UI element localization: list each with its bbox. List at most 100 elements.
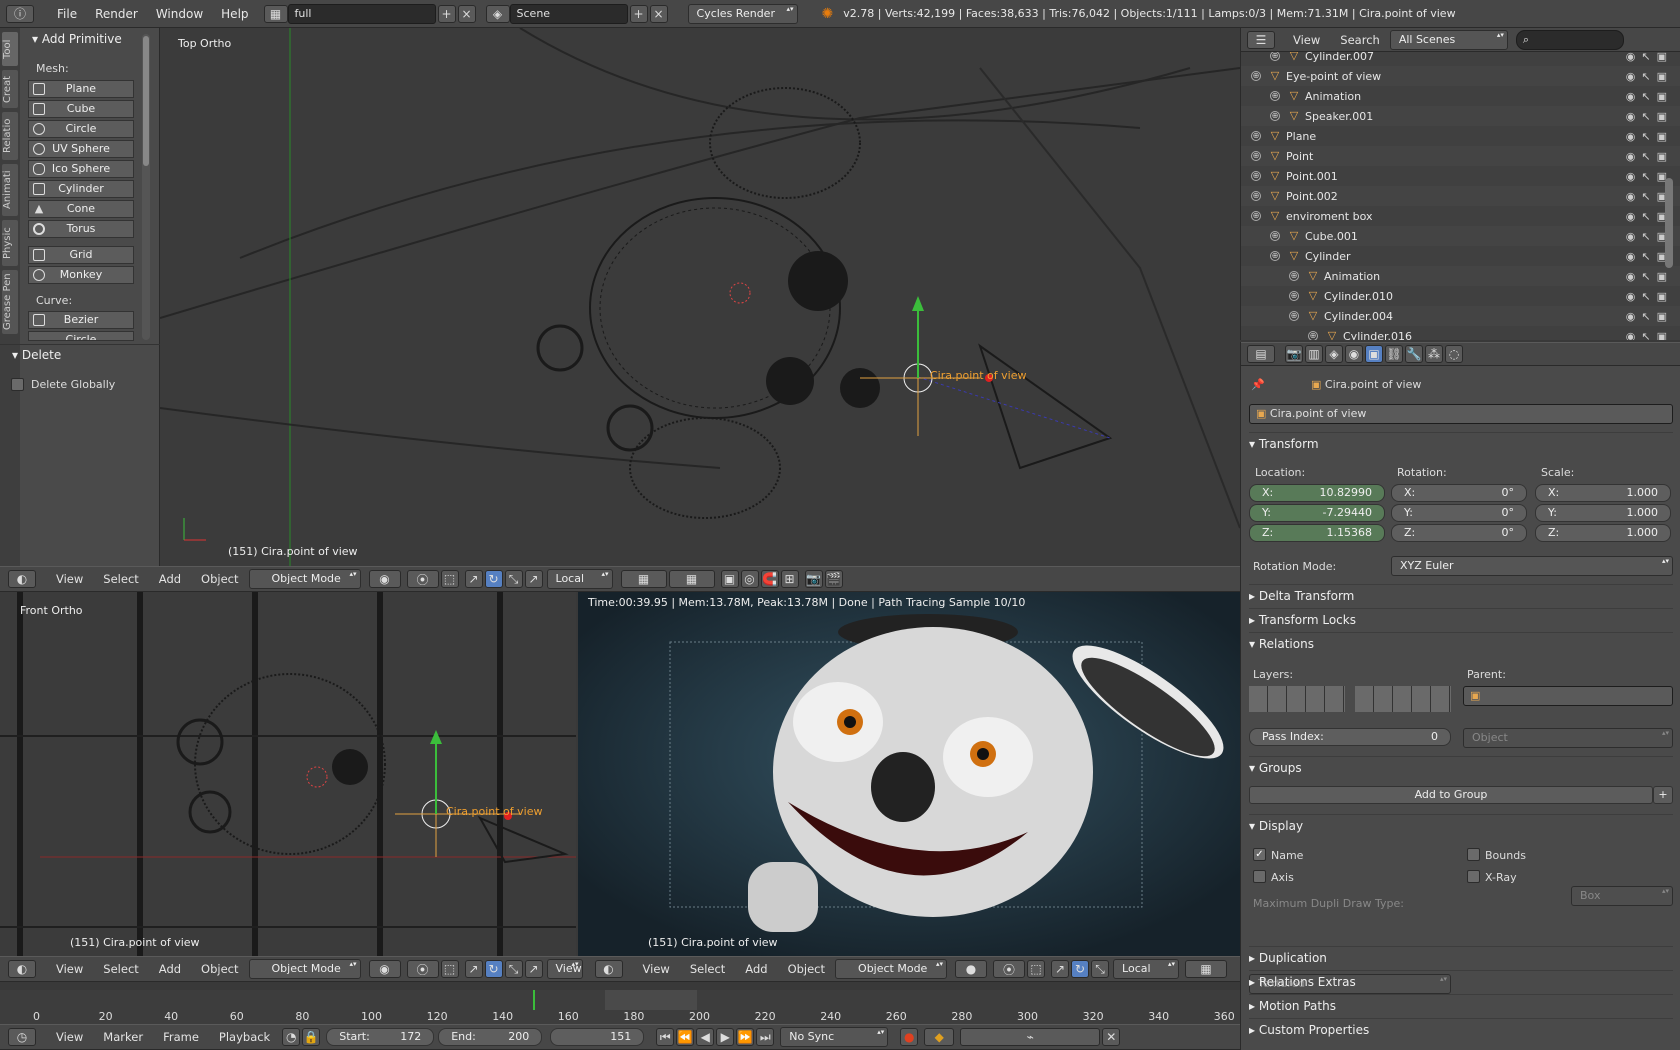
keyframe-insert-icon[interactable]: ⌁ xyxy=(960,1028,1101,1046)
camera-icon[interactable]: ▣ xyxy=(1657,330,1667,341)
render-tab-icon[interactable]: 📷 xyxy=(1285,345,1303,363)
expand-icon[interactable]: ⊕ xyxy=(1270,52,1280,61)
shading-icon-2[interactable]: ◉ xyxy=(368,960,401,978)
menu-file[interactable]: File xyxy=(48,0,86,28)
eye-icon[interactable]: ◉ xyxy=(1626,230,1636,243)
prev-key-icon[interactable]: ⏪ xyxy=(676,1028,695,1046)
rendered-viewport[interactable]: Time:00:39.95 | Mem:13.78M, Peak:13.78M … xyxy=(578,592,1240,956)
eye-icon[interactable]: ◉ xyxy=(1626,70,1636,83)
expand-icon[interactable]: ⊕ xyxy=(1270,111,1280,121)
scale2-icon-2[interactable]: ↗ xyxy=(524,960,543,978)
shading-icon[interactable]: ◉ xyxy=(368,570,401,588)
timeline[interactable]: 0 20 40 60 80 100 120 140 160 180 200 220 240 260 280 3… xyxy=(0,990,1240,1024)
menu-window[interactable]: Window xyxy=(147,0,212,28)
cursor-icon[interactable]: ↖ xyxy=(1641,130,1650,143)
camera-icon[interactable]: ▣ xyxy=(1657,310,1667,323)
expand-icon[interactable]: ⊕ xyxy=(1251,131,1261,141)
cursor-icon[interactable]: ↖ xyxy=(1641,110,1650,123)
transform-locks-header[interactable]: ▸ Transform Locks xyxy=(1249,608,1673,630)
camera-icon[interactable]: ▣ xyxy=(1657,290,1667,303)
outliner-row[interactable]: ⊕ ▽ Cylinder.004 ◉ ↖ ▣ xyxy=(1241,306,1680,326)
outliner-row[interactable]: ⊕ ▽ Speaker.001 ◉ ↖ ▣ xyxy=(1241,106,1680,126)
jump-start-icon[interactable]: ⏮ xyxy=(656,1028,675,1046)
layout-icon[interactable]: ▦ xyxy=(263,4,288,23)
expand-icon[interactable]: ⊕ xyxy=(1270,251,1280,261)
close-scene-icon[interactable]: × xyxy=(649,4,668,23)
rotate-icon-3[interactable]: ↻ xyxy=(1071,960,1090,978)
translate-icon-2[interactable]: ↗ xyxy=(464,960,483,978)
editor-type-icon-3[interactable]: ◐ xyxy=(594,960,623,978)
add-menu[interactable]: Add xyxy=(149,572,191,586)
select-menu[interactable]: Select xyxy=(93,572,148,586)
object-tab-icon[interactable]: ▣ xyxy=(1365,345,1383,363)
render-engine-select[interactable]: Cycles Render xyxy=(687,3,798,24)
constraints-tab-icon[interactable]: ⛓ xyxy=(1385,345,1403,363)
eye-icon[interactable]: ◉ xyxy=(1626,330,1636,341)
camera-icon[interactable]: ▣ xyxy=(1657,90,1667,103)
manipulator-icon-2[interactable]: ⬚ xyxy=(440,960,459,978)
snap-element-icon[interactable]: ⊞ xyxy=(780,570,799,588)
outliner-filter-select[interactable]: All Scenes xyxy=(1389,29,1508,50)
duplication-header[interactable]: ▸ Duplication xyxy=(1249,946,1673,968)
expand-icon[interactable]: ⊕ xyxy=(1308,331,1318,340)
expand-icon[interactable]: ⊕ xyxy=(1270,231,1280,241)
rotation-mode-select[interactable]: XYZ Euler xyxy=(1391,556,1673,576)
close-layout-icon[interactable]: × xyxy=(457,4,476,23)
record-icon[interactable]: ● xyxy=(900,1028,919,1046)
outliner-row[interactable]: ⊕ ▽ Plane ◉ ↖ ▣ xyxy=(1241,126,1680,146)
outliner-scrollbar[interactable] xyxy=(1665,178,1673,268)
outliner-row[interactable]: ⊕ ▽ Eye-point of view ◉ ↖ ▣ xyxy=(1241,66,1680,86)
orientation-select-2[interactable]: View xyxy=(546,959,583,979)
custom-properties-header[interactable]: ▸ Custom Properties xyxy=(1249,1018,1673,1040)
grid-button[interactable]: Grid xyxy=(28,246,134,264)
torus-button[interactable]: Torus xyxy=(28,220,134,238)
cursor-icon[interactable]: ↖ xyxy=(1641,52,1650,63)
camera-icon[interactable]: ▣ xyxy=(1657,270,1667,283)
rotate-icon-2[interactable]: ↻ xyxy=(484,960,503,978)
translate-icon-3[interactable]: ↗ xyxy=(1051,960,1070,978)
eye-icon[interactable]: ◉ xyxy=(1626,170,1636,183)
eye-icon[interactable]: ◉ xyxy=(1626,250,1636,263)
relations-extras-header[interactable]: ▸ Relations Extras xyxy=(1249,970,1673,992)
layer-grid-2[interactable] xyxy=(1355,686,1451,712)
particles-tab-icon[interactable]: ⁂ xyxy=(1425,345,1443,363)
scale-icon-3[interactable]: ⤡ xyxy=(1091,960,1110,978)
properties-editor-icon[interactable]: ▤ xyxy=(1247,345,1275,363)
render-anim-icon[interactable]: 🎬 xyxy=(824,570,843,588)
tab-relations[interactable]: Relatio xyxy=(2,112,18,160)
bounds-checkbox[interactable] xyxy=(1467,848,1480,861)
circle-button[interactable]: Circle xyxy=(28,120,134,138)
outliner-row[interactable]: ⊕ ▽ Cylinder ◉ ↖ ▣ xyxy=(1241,246,1680,266)
modifiers-tab-icon[interactable]: 🔧 xyxy=(1405,345,1423,363)
delete-globally-checkbox[interactable] xyxy=(11,378,24,391)
eye-icon[interactable]: ◉ xyxy=(1626,190,1636,203)
tab-create[interactable]: Creat xyxy=(2,70,18,108)
location-z-field[interactable]: Z: 1.15368 xyxy=(1249,524,1385,542)
cursor-icon[interactable]: ↖ xyxy=(1641,170,1650,183)
expand-icon[interactable]: ⊕ xyxy=(1251,151,1261,161)
tab-grease-pencil[interactable]: Grease Pen xyxy=(2,270,18,334)
outliner-search-menu[interactable]: Search xyxy=(1330,33,1390,47)
motion-paths-header[interactable]: ▸ Motion Paths xyxy=(1249,994,1673,1016)
proportional-icon[interactable]: ◎ xyxy=(740,570,759,588)
physics-tab-icon[interactable]: ◌ xyxy=(1445,345,1463,363)
transform-panel-header[interactable]: ▾ Transform xyxy=(1249,432,1673,454)
parent-type-select[interactable]: Object xyxy=(1463,728,1673,748)
view-menu-2[interactable]: View xyxy=(46,962,93,976)
outliner-row[interactable]: ⊕ ▽ Animation ◉ ↖ ▣ xyxy=(1241,266,1680,286)
expand-icon[interactable]: ⊕ xyxy=(1289,271,1299,281)
scale2-icon[interactable]: ↗ xyxy=(524,570,543,588)
tl-view-menu[interactable]: View xyxy=(46,1030,93,1044)
expand-icon[interactable]: ⊕ xyxy=(1251,191,1261,201)
play-reverse-icon[interactable]: ◀ xyxy=(696,1028,715,1046)
add-layout-icon[interactable]: + xyxy=(437,4,456,23)
view-menu-3[interactable]: View xyxy=(633,962,680,976)
view-menu[interactable]: View xyxy=(46,572,93,586)
keying-icon[interactable]: ◆ xyxy=(924,1028,955,1046)
tab-animation[interactable]: Animati xyxy=(2,164,18,216)
outliner-editor-icon[interactable]: ☰ xyxy=(1247,30,1275,49)
tab-physics[interactable]: Physic xyxy=(2,220,18,266)
add-menu-2[interactable]: Add xyxy=(149,962,191,976)
orientation-select[interactable]: Local xyxy=(546,569,613,589)
scene-field[interactable]: Scene xyxy=(509,3,628,24)
